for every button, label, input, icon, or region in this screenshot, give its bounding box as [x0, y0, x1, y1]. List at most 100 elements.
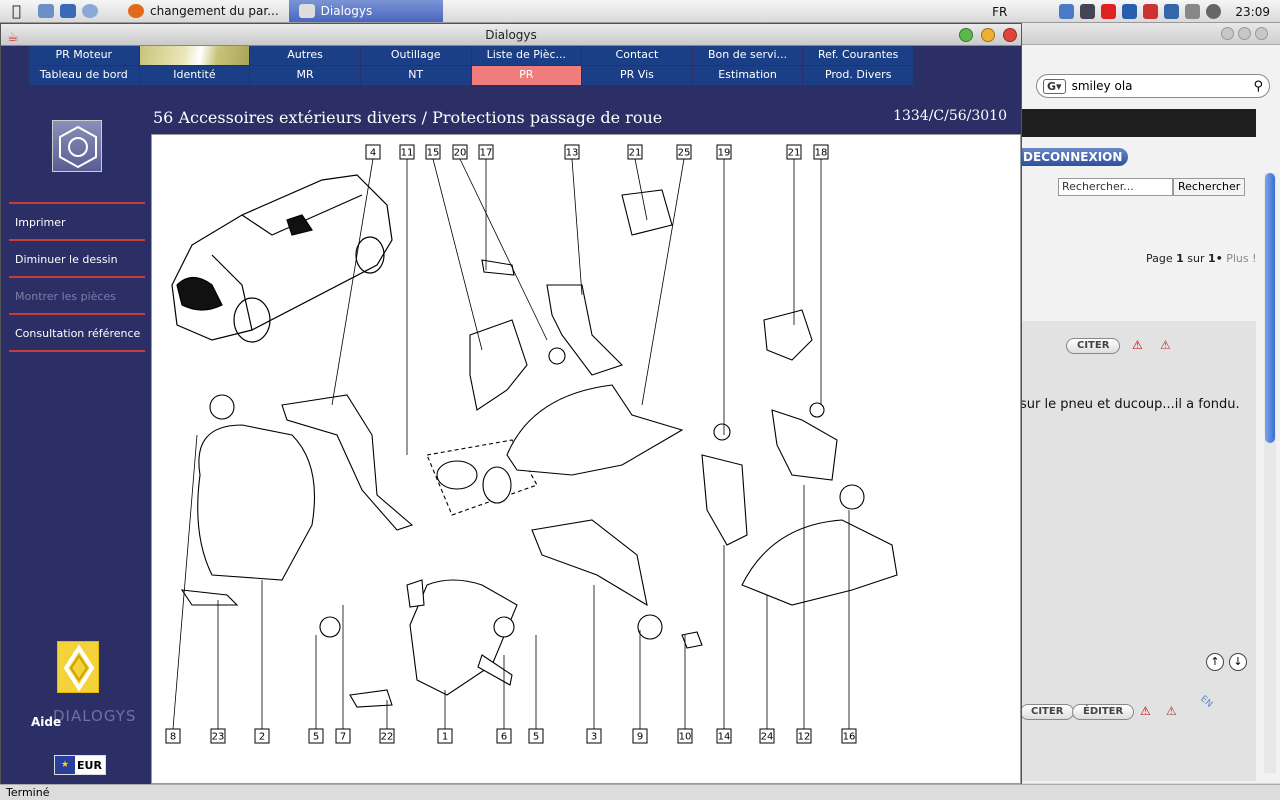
tray-icon[interactable] [1101, 4, 1117, 19]
deconnexion-button[interactable]: DECONNEXION [1020, 148, 1128, 166]
page-number: 1 [1176, 252, 1184, 265]
volume-icon[interactable] [1206, 4, 1222, 19]
part-callout-13[interactable]: 13 [564, 144, 580, 160]
nav-autres[interactable]: Autres [250, 46, 360, 65]
google-icon[interactable]: G▾ [1043, 78, 1066, 94]
tray-icon[interactable] [1164, 4, 1180, 19]
part-callout-1[interactable]: 1 [437, 728, 453, 744]
forum-post: CITER ⚠ ⚠ [1020, 321, 1256, 691]
window-button[interactable] [1221, 27, 1234, 40]
part-callout-21[interactable]: 21 [627, 144, 643, 160]
part-callout-9[interactable]: 9 [632, 728, 648, 744]
google-search-field[interactable]: G▾ smiley ola ⚲ [1036, 74, 1270, 98]
part-callout-17[interactable]: 17 [478, 144, 494, 160]
menubar:  changement du par... Dialogys FR 23:09 [0, 0, 1280, 23]
tray-icon[interactable] [1080, 4, 1096, 19]
forum-search-input[interactable]: Rechercher... [1058, 178, 1173, 196]
part-callout-10[interactable]: 10 [677, 728, 693, 744]
part-callout-21[interactable]: 21 [786, 144, 802, 160]
tray-icon[interactable] [1122, 4, 1138, 19]
nav-pr-vis[interactable]: PR Vis [582, 66, 692, 85]
part-callout-5[interactable]: 5 [308, 728, 324, 744]
part-callout-19[interactable]: 19 [716, 144, 732, 160]
editer-button[interactable]: ÉDITER [1072, 704, 1135, 720]
scrollbar[interactable] [1264, 173, 1276, 773]
clock[interactable]: 23:09 [1235, 5, 1270, 19]
app-icon[interactable] [60, 4, 76, 18]
nav-prod-divers[interactable]: Prod. Divers [803, 66, 913, 85]
currency-button[interactable]: ★ EUR [54, 755, 106, 775]
nav-mr[interactable]: MR [250, 66, 360, 85]
menu-montrer-pieces[interactable]: Montrer les pièces [9, 276, 145, 313]
window-button[interactable] [1238, 27, 1251, 40]
nav-contact[interactable]: Contact [582, 46, 692, 65]
nav-identite[interactable]: Identité [139, 66, 250, 85]
nav-tableau-de-bord[interactable]: Tableau de bord [29, 66, 139, 85]
nav-outillage[interactable]: Outillage [360, 46, 471, 65]
part-callout-25[interactable]: 25 [676, 144, 692, 160]
aide-link[interactable]: Aide [31, 715, 61, 729]
finder-icon[interactable] [38, 4, 54, 18]
part-callout-2[interactable]: 2 [254, 728, 270, 744]
minimize-button[interactable] [981, 28, 995, 42]
nav-pr-moteur[interactable]: PR Moteur [29, 46, 139, 65]
menu-consultation-reference[interactable]: Consultation référence [9, 313, 145, 352]
search-icon[interactable]: ⚲ [1253, 79, 1263, 94]
apple-icon[interactable]:  [12, 2, 32, 20]
nav-nt[interactable]: NT [360, 66, 471, 85]
part-callout-18[interactable]: 18 [813, 144, 829, 160]
part-callout-24[interactable]: 24 [759, 728, 775, 744]
part-callout-14[interactable]: 14 [716, 728, 732, 744]
menu-diminuer-dessin[interactable]: Diminuer le dessin [9, 239, 145, 276]
more-link[interactable]: Plus ! [1226, 252, 1256, 265]
tab-firefox[interactable]: changement du par... [118, 0, 289, 22]
callout-number: 21 [788, 148, 801, 159]
part-callout-12[interactable]: 12 [796, 728, 812, 744]
nav-ref-courantes[interactable]: Ref. Courantes [803, 46, 913, 65]
part-callout-11[interactable]: 11 [399, 144, 415, 160]
pagination: Page 1 sur 1• Plus ! [1146, 252, 1257, 265]
tray-icon[interactable] [1185, 4, 1201, 19]
report-icon[interactable]: ⚠ [1132, 338, 1143, 352]
part-callout-16[interactable]: 16 [841, 728, 857, 744]
tray-icon[interactable] [1143, 4, 1159, 19]
post-text: sur le pneu et ducoup...il a fondu. [1020, 397, 1240, 412]
part-callout-15[interactable]: 15 [425, 144, 441, 160]
tab-dialogys-label: Dialogys [320, 4, 373, 18]
callout-number: 24 [761, 732, 774, 743]
window-button[interactable] [1255, 27, 1268, 40]
nav-bon-service[interactable]: Bon de servi... [692, 46, 803, 65]
tab-dialogys[interactable]: Dialogys [288, 0, 443, 22]
language-indicator[interactable]: FR [992, 5, 1007, 19]
tray-icon[interactable] [1059, 4, 1075, 19]
part-callout-22[interactable]: 22 [379, 728, 395, 744]
close-button[interactable] [1003, 28, 1017, 42]
part-callout-5[interactable]: 5 [528, 728, 544, 744]
part-callout-3[interactable]: 3 [586, 728, 602, 744]
citer-button[interactable]: CITER [1066, 338, 1121, 354]
nav-pr[interactable]: PR [471, 66, 582, 85]
report-lock-icon[interactable]: ⚠ [1160, 338, 1171, 352]
part-callout-8[interactable]: 8 [165, 728, 181, 744]
report-icon[interactable]: ⚠ [1140, 704, 1151, 718]
down-arrow-icon[interactable]: ↓ [1229, 653, 1247, 671]
report-lock-icon[interactable]: ⚠ [1166, 704, 1177, 718]
menu-imprimer[interactable]: Imprimer [9, 202, 145, 239]
part-callout-20[interactable]: 20 [452, 144, 468, 160]
callout-number: 1 [442, 732, 448, 743]
part-callout-6[interactable]: 6 [496, 728, 512, 744]
part-callout-23[interactable]: 23 [210, 728, 226, 744]
citer-button[interactable]: CITER [1020, 704, 1075, 720]
scrollbar-thumb[interactable] [1265, 173, 1275, 443]
nav-liste-pieces[interactable]: Liste de Pièc... [471, 46, 582, 65]
safari-icon[interactable] [82, 4, 98, 18]
forum-search-button[interactable]: Rechercher [1173, 178, 1246, 196]
part-callout-4[interactable]: 4 [365, 144, 381, 160]
exploded-parts-diagram[interactable]: 4 11 15 20 17 13 21 25 19 21 18 8 23 2 5 7 22 1 6 5 3 9 10 14 24… [151, 134, 1021, 784]
callout-number: 5 [533, 732, 539, 743]
up-arrow-icon[interactable]: ↑ [1206, 653, 1224, 671]
java-icon: ☕ [7, 30, 19, 45]
part-callout-7[interactable]: 7 [335, 728, 351, 744]
nav-estimation[interactable]: Estimation [692, 66, 803, 85]
zoom-button[interactable] [959, 28, 973, 42]
